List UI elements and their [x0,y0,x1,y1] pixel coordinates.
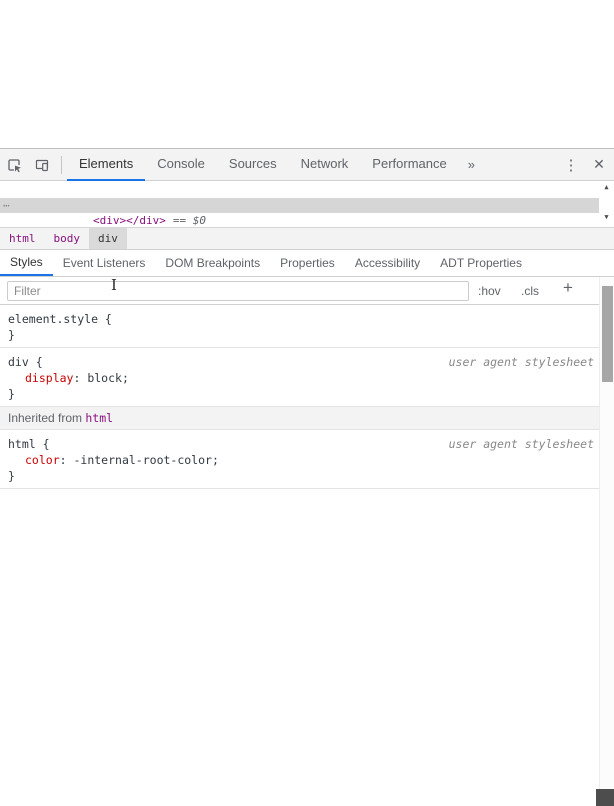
rule-close-brace: } [8,469,15,483]
stylesheet-origin: user agent stylesheet [448,437,594,451]
dom-scrollbar[interactable]: ▲ ▼ [599,181,614,223]
styles-scrollbar[interactable] [599,277,614,806]
tab-properties[interactable]: Properties [270,250,345,276]
inherited-from-header: Inherited from html [0,407,599,430]
styles-filter-input[interactable] [7,281,469,301]
new-style-rule-icon[interactable]: + [563,278,573,298]
css-property-value: block; [87,371,129,385]
dom-tree: ▼<body> ⋯<div></div>== $0 </body> ▲ ▼ [0,181,614,227]
breadcrumb-div[interactable]: div [89,228,127,249]
devtools-panel: Elements Console Sources Network Perform… [0,148,614,806]
rule-selector: element.style { [8,312,112,326]
scroll-up-icon[interactable]: ▲ [604,183,608,191]
close-devtools-icon[interactable]: ✕ [584,156,614,173]
node-grip-icon[interactable]: ⋯ [3,198,11,213]
rule-close-brace: } [8,328,15,342]
css-property-name: display [25,371,74,385]
tab-accessibility[interactable]: Accessibility [345,250,430,276]
toggle-hover-state[interactable]: :hov [478,284,501,298]
devtools-menu-icon[interactable]: ⋮ [558,156,584,174]
tab-dom-breakpoints[interactable]: DOM Breakpoints [155,250,270,276]
more-tabs-icon[interactable]: » [459,157,484,172]
dom-node-div-selected[interactable]: ⋯ <div></div> == $0 [0,198,614,227]
css-property-name: color [25,453,60,467]
toolbar-separator [61,155,62,174]
rule-html[interactable]: user agent stylesheet html { color: -int… [0,430,599,489]
css-declaration[interactable]: display: block; [8,370,591,386]
breadcrumb: html body div [0,227,614,249]
rule-close-brace: } [8,387,15,401]
css-declaration[interactable]: color: -internal-root-color; [8,452,591,468]
page-scrollbar-corner[interactable] [596,789,614,806]
tab-adt-properties[interactable]: ADT Properties [430,250,532,276]
stylesheet-origin: user agent stylesheet [448,355,594,369]
tab-event-listeners[interactable]: Event Listeners [53,250,156,276]
scroll-down-icon[interactable]: ▼ [604,213,608,221]
toggle-element-classes[interactable]: .cls [521,284,539,298]
screen: Elements Console Sources Network Perform… [0,0,614,806]
tab-performance[interactable]: Performance [360,149,458,181]
css-colon: : [59,453,74,467]
inherited-node-link[interactable]: html [85,411,113,425]
tab-sources[interactable]: Sources [217,149,289,181]
styles-scrollbar-thumb[interactable] [602,286,613,382]
dom-node-body-close[interactable]: </body> [0,213,614,227]
tab-styles[interactable]: Styles [0,250,53,276]
sidebar-tabbar: Styles Event Listeners DOM Breakpoints P… [0,249,614,277]
tab-console[interactable]: Console [145,149,217,181]
css-colon: : [73,371,88,385]
breadcrumb-body[interactable]: body [45,228,90,249]
tab-network[interactable]: Network [289,149,361,181]
css-property-value: -internal-root-color; [73,453,219,467]
styles-filter-bar: :hov .cls + [0,277,614,305]
devtools-toolbar: Elements Console Sources Network Perform… [0,149,614,181]
dom-node-body-open[interactable]: ▼<body> [0,183,614,212]
styles-pane: element.style { } user agent stylesheet … [0,305,599,806]
rule-element-style[interactable]: element.style { } [0,305,599,348]
breadcrumb-html[interactable]: html [0,228,45,249]
inspect-element-icon[interactable] [0,151,28,179]
tab-elements[interactable]: Elements [67,149,146,181]
device-toolbar-icon[interactable] [28,151,56,179]
inspected-page-viewport [0,0,614,148]
inherited-label: Inherited from [8,411,86,425]
rule-div[interactable]: user agent stylesheet div { display: blo… [0,348,599,407]
